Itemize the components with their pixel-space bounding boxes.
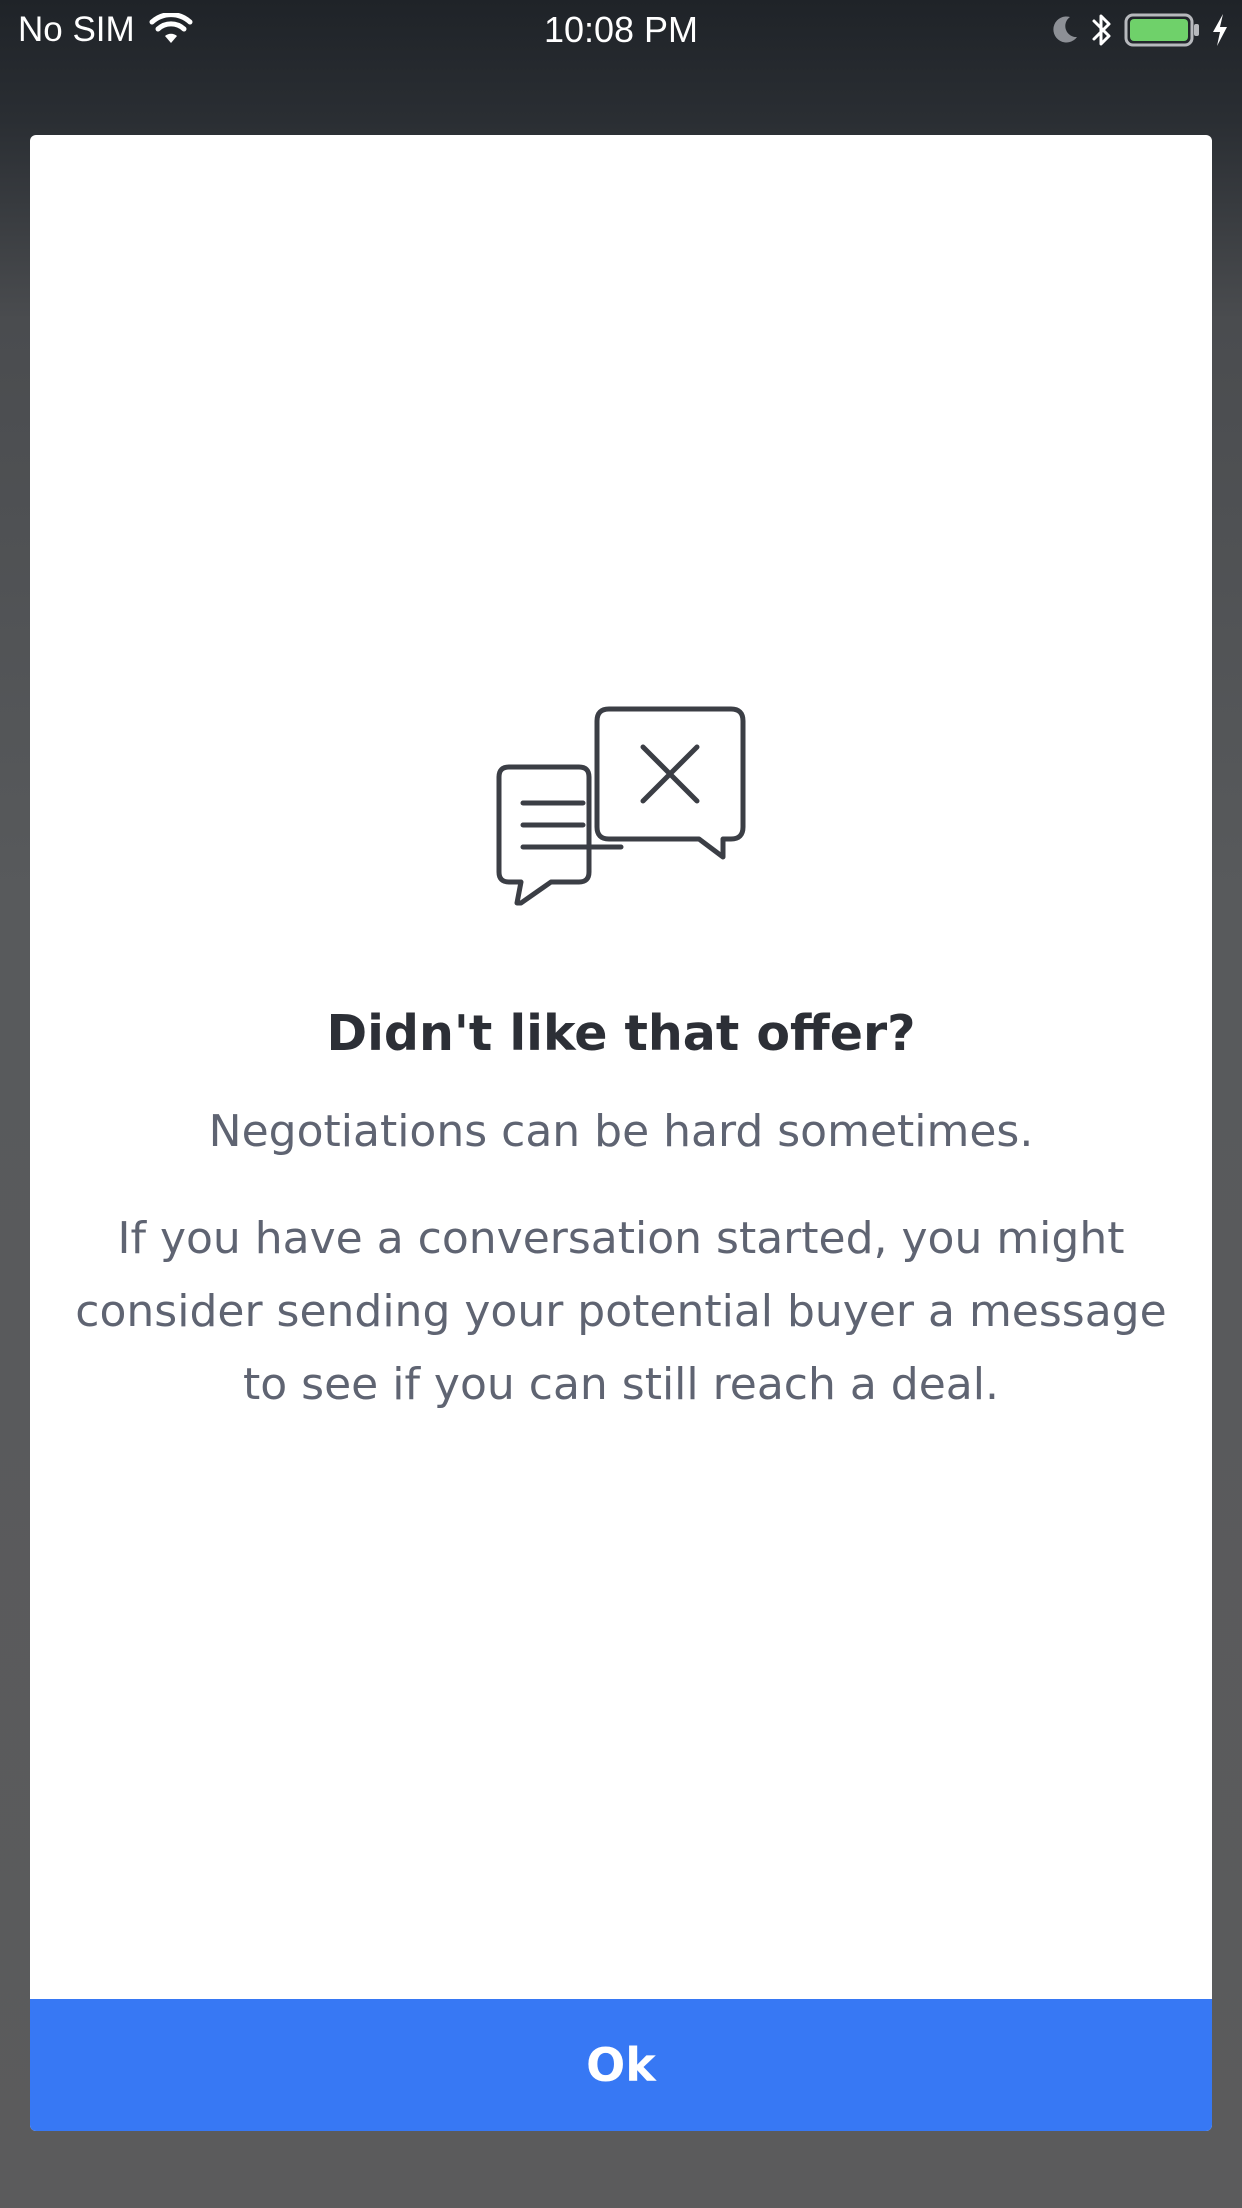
status-right <box>1050 10 1230 50</box>
offer-declined-modal: Didn't like that offer? Negotiations can… <box>30 135 1212 2131</box>
moon-icon <box>1050 13 1080 47</box>
modal-body-text: If you have a conversation started, you … <box>75 1213 1167 1410</box>
declined-chat-bubbles-icon <box>491 705 751 935</box>
charging-bolt-icon <box>1210 12 1230 48</box>
modal-title: Didn't like that offer? <box>326 1005 916 1062</box>
modal-subtitle: Negotiations can be hard sometimes. <box>208 1106 1034 1157</box>
battery-icon <box>1124 12 1200 48</box>
status-bar: No SIM 10:08 PM <box>0 0 1242 60</box>
modal-content: Didn't like that offer? Negotiations can… <box>30 705 1212 1421</box>
ok-button[interactable]: Ok <box>30 1999 1212 2131</box>
bluetooth-icon <box>1090 11 1114 49</box>
